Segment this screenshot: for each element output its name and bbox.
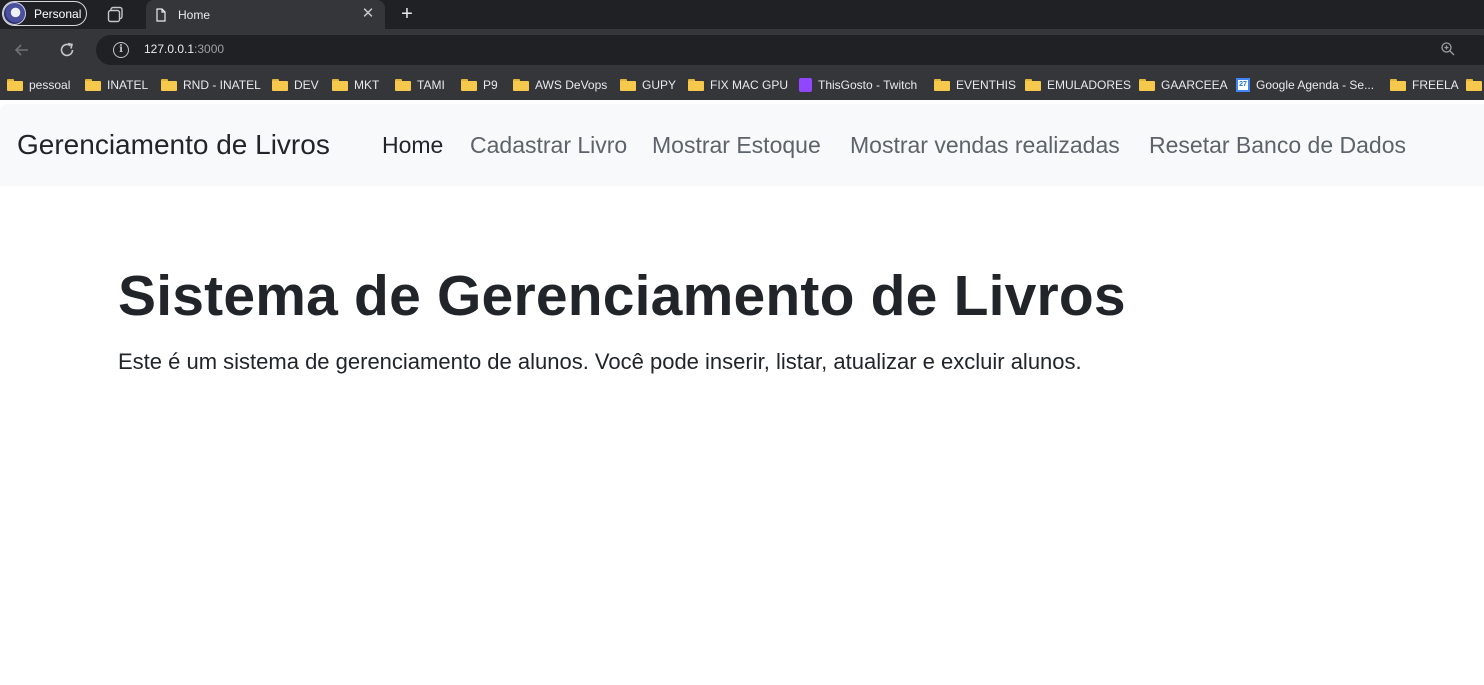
new-tab-icon[interactable]: + — [397, 4, 417, 24]
folder-icon — [1139, 79, 1155, 91]
bookmark-dev[interactable]: DEV — [272, 77, 319, 93]
bookmark-gaarceea[interactable]: GAARCEEA — [1139, 77, 1228, 93]
bookmark-aws-devops[interactable]: AWS DeVops — [513, 77, 607, 93]
folder-icon — [332, 79, 348, 91]
navbar-brand[interactable]: Gerenciamento de Livros — [17, 129, 330, 161]
folder-icon — [461, 79, 477, 91]
nav-link-mostrar-vendas[interactable]: Mostrar vendas realizadas — [850, 132, 1120, 159]
folder-icon — [513, 79, 529, 91]
bookmark-freela[interactable]: FREELA — [1390, 77, 1459, 93]
address-bar[interactable] — [96, 35, 1484, 65]
browser-tab-strip: Personal Home ✕ + — [0, 0, 1484, 29]
folder-icon — [1390, 79, 1406, 91]
folder-icon — [272, 79, 288, 91]
workspaces-icon[interactable] — [107, 6, 124, 23]
bookmark-overflow[interactable] — [1466, 77, 1484, 93]
folder-icon — [7, 79, 23, 91]
nav-link-home[interactable]: Home — [382, 132, 443, 159]
profile-button[interactable]: Personal — [2, 1, 87, 26]
page-title: Sistema de Gerenciamento de Livros — [118, 264, 1126, 328]
bookmark-inatel[interactable]: INATEL — [85, 77, 148, 93]
folder-icon — [620, 79, 636, 91]
bookmark-fix-mac-gpu[interactable]: FIX MAC GPU — [688, 77, 788, 93]
site-info-icon[interactable]: i — [113, 42, 129, 58]
close-tab-icon[interactable]: ✕ — [360, 6, 376, 22]
twitch-icon — [799, 78, 812, 92]
folder-icon — [161, 79, 177, 91]
bookmark-thisgosto-twitch[interactable]: ThisGosto - Twitch — [799, 77, 917, 93]
bookmark-gupy[interactable]: GUPY — [620, 77, 676, 93]
bookmark-pessoal[interactable]: pessoal — [7, 77, 70, 93]
page-description: Este é um sistema de gerenciamento de al… — [118, 349, 1082, 374]
bookmark-google-agenda[interactable]: 27 Google Agenda - Se... — [1236, 77, 1374, 93]
tab-title: Home — [178, 7, 211, 22]
reload-icon[interactable] — [57, 40, 77, 60]
url-text[interactable]: 127.0.0.1:3000 — [144, 42, 224, 56]
folder-icon — [395, 79, 411, 91]
folder-icon — [688, 79, 704, 91]
profile-label: Personal — [34, 6, 82, 21]
folder-icon — [934, 79, 950, 91]
bookmarks-bar: pessoal INATEL RND - INATEL DEV MKT TAMI… — [0, 70, 1484, 100]
bookmark-mkt[interactable]: MKT — [332, 77, 379, 93]
folder-icon — [1466, 79, 1482, 91]
bookmark-eventhis[interactable]: EVENTHIS — [934, 77, 1016, 93]
bookmark-rnd-inatel[interactable]: RND - INATEL — [161, 77, 261, 93]
folder-icon — [85, 79, 101, 91]
nav-link-resetar-banco[interactable]: Resetar Banco de Dados — [1149, 132, 1406, 159]
zoom-icon[interactable] — [1440, 41, 1456, 57]
page-icon — [156, 7, 166, 22]
bookmark-emuladores[interactable]: EMULADORES — [1025, 77, 1131, 93]
folder-icon — [1025, 79, 1041, 91]
bookmark-p9[interactable]: P9 — [461, 77, 498, 93]
nav-link-mostrar-estoque[interactable]: Mostrar Estoque — [652, 132, 821, 159]
back-icon[interactable] — [12, 40, 32, 60]
bookmark-tami[interactable]: TAMI — [395, 77, 445, 93]
nav-link-cadastrar-livro[interactable]: Cadastrar Livro — [470, 132, 627, 159]
tab-home[interactable]: Home ✕ — [146, 0, 385, 29]
profile-avatar — [3, 2, 26, 25]
google-calendar-icon: 27 — [1236, 78, 1250, 92]
